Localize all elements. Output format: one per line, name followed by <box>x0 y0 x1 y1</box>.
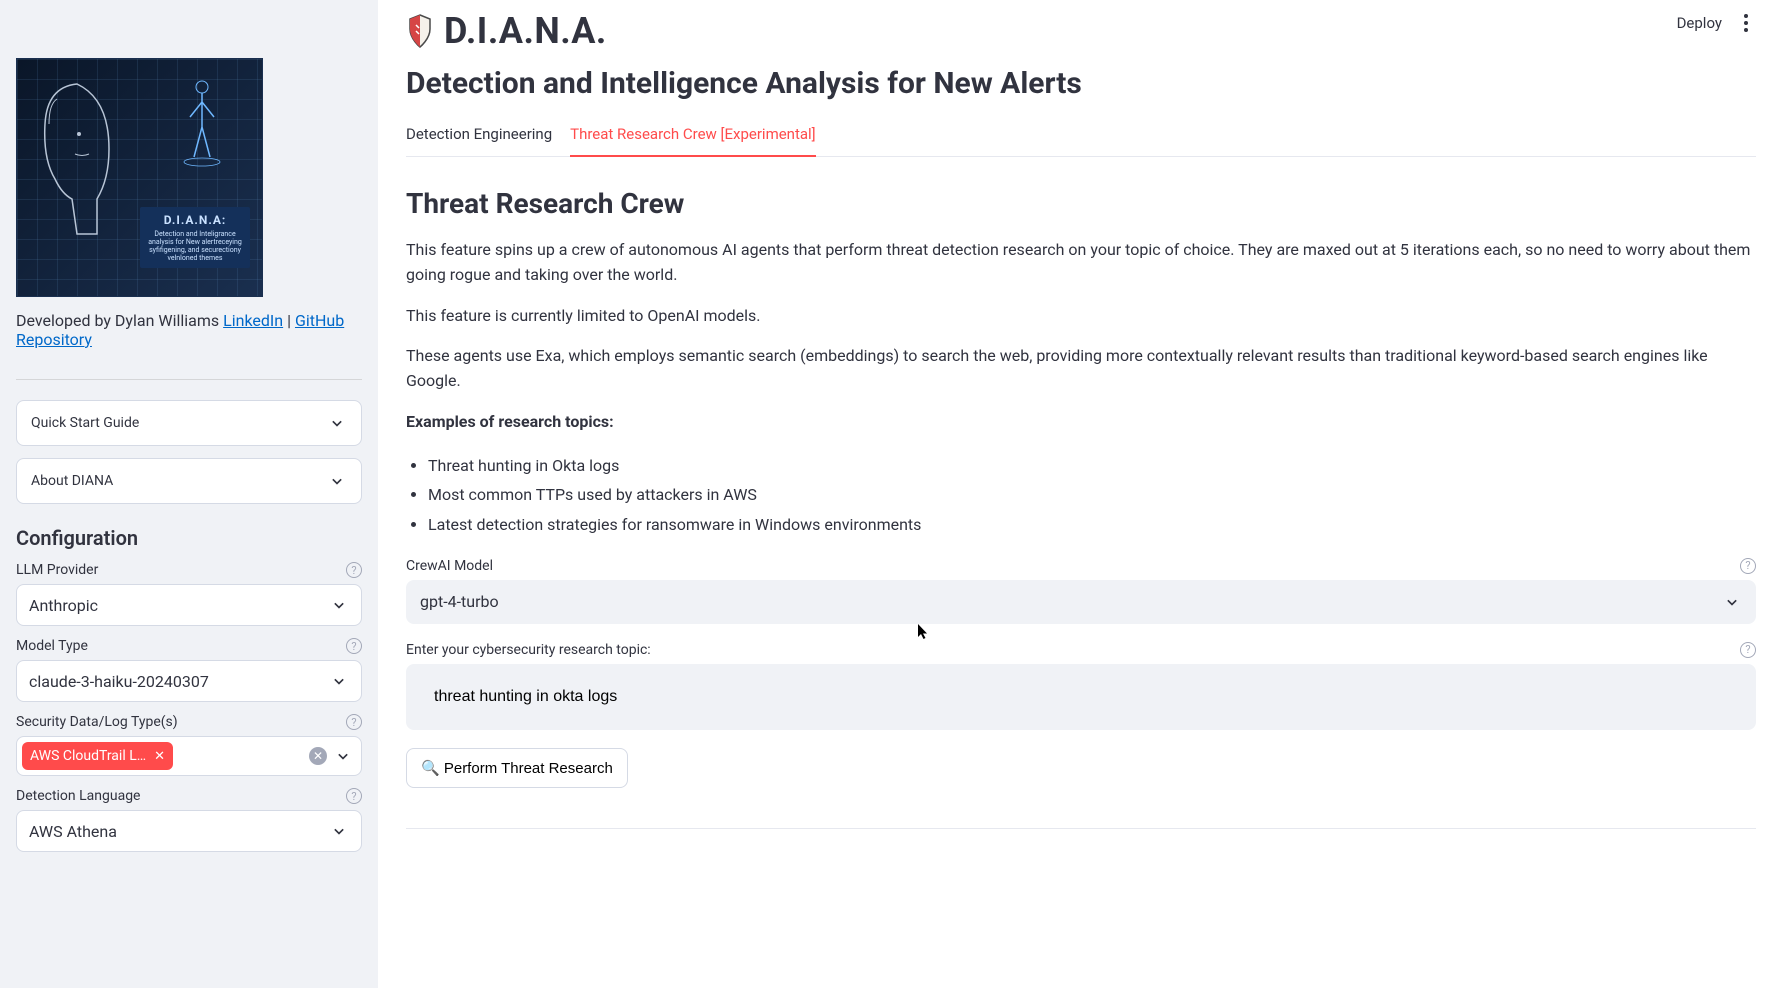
topic-input-wrap <box>406 664 1756 730</box>
hero-caption-sub: Detection and Inteligrance analysis for … <box>146 230 244 262</box>
model-type-label: Model Type <box>16 638 88 654</box>
topic-input[interactable] <box>420 676 1742 718</box>
chevron-down-icon <box>327 413 347 433</box>
crewai-model-label: CrewAI Model <box>406 558 493 574</box>
perform-research-button[interactable]: 🔍 Perform Threat Research <box>406 748 628 788</box>
deploy-button[interactable]: Deploy <box>1677 14 1722 32</box>
intro-p1: This feature spins up a crew of autonomo… <box>406 238 1756 288</box>
log-types-multiselect[interactable]: AWS CloudTrail L… ✕ ✕ <box>16 736 362 776</box>
hero-caption-card: D.I.A.N.A: Detection and Inteligrance an… <box>140 207 250 268</box>
examples-label: Examples of research topics: <box>406 410 1756 435</box>
cursor-icon <box>918 624 929 640</box>
section-title: Threat Research Crew <box>406 187 1756 220</box>
help-icon[interactable]: ? <box>346 562 362 578</box>
credits-sep: | <box>283 311 295 330</box>
log-types-label: Security Data/Log Type(s) <box>16 714 178 730</box>
credits-prefix: Developed by Dylan Williams <box>16 311 223 330</box>
list-item: Threat hunting in Okta logs <box>428 451 1756 481</box>
hero-caption-title: D.I.A.N.A: <box>146 213 244 227</box>
examples-list: Threat hunting in Okta logs Most common … <box>428 451 1756 540</box>
quick-start-expander[interactable]: Quick Start Guide <box>16 400 362 446</box>
about-label: About DIANA <box>31 473 113 489</box>
help-icon[interactable]: ? <box>346 714 362 730</box>
topic-label: Enter your cybersecurity research topic: <box>406 642 651 658</box>
tab-threat-research[interactable]: Threat Research Crew [Experimental] <box>570 119 816 157</box>
credits: Developed by Dylan Williams LinkedIn | G… <box>16 311 362 349</box>
page-title: Detection and Intelligence Analysis for … <box>406 66 1756 101</box>
detection-lang-select[interactable]: AWS Athena <box>16 810 362 852</box>
llm-provider-value: Anthropic <box>29 596 98 615</box>
help-icon[interactable]: ? <box>1740 558 1756 574</box>
chevron-down-icon <box>1722 592 1742 612</box>
help-icon[interactable]: ? <box>1740 642 1756 658</box>
hero-face-graphic <box>27 79 117 239</box>
model-type-select[interactable]: claude-3-haiku-20240307 <box>16 660 362 702</box>
sidebar: D.I.A.N.A: Detection and Inteligrance an… <box>0 0 378 988</box>
quick-start-label: Quick Start Guide <box>31 415 139 431</box>
perform-research-label: 🔍 Perform Threat Research <box>421 759 613 777</box>
chevron-down-icon <box>333 746 353 766</box>
clear-all-icon[interactable]: ✕ <box>309 747 327 765</box>
topbar: Deploy <box>1677 14 1756 32</box>
main: Deploy D.I.A.N.A. Detection and Intellig… <box>378 0 1784 988</box>
hero-figure-graphic <box>182 77 222 167</box>
chevron-down-icon <box>329 671 349 691</box>
log-type-tag-label: AWS CloudTrail L… <box>30 748 146 764</box>
main-menu-icon[interactable] <box>1736 14 1756 32</box>
model-type-value: claude-3-haiku-20240307 <box>29 672 209 691</box>
help-icon[interactable]: ? <box>346 788 362 804</box>
hero-image: D.I.A.N.A: Detection and Inteligrance an… <box>16 58 263 297</box>
list-item: Most common TTPs used by attackers in AW… <box>428 480 1756 510</box>
crewai-model-value: gpt-4-turbo <box>420 592 499 611</box>
llm-provider-label: LLM Provider <box>16 562 98 578</box>
linkedin-link[interactable]: LinkedIn <box>223 311 283 330</box>
tabs: Detection Engineering Threat Research Cr… <box>406 119 1756 157</box>
tab-detection-engineering[interactable]: Detection Engineering <box>406 119 552 156</box>
chevron-down-icon <box>329 595 349 615</box>
detection-lang-value: AWS Athena <box>29 822 117 841</box>
main-divider <box>406 828 1756 829</box>
llm-provider-select[interactable]: Anthropic <box>16 584 362 626</box>
about-expander[interactable]: About DIANA <box>16 458 362 504</box>
crewai-model-select[interactable]: gpt-4-turbo <box>406 580 1756 624</box>
brand-title: D.I.A.N.A. <box>444 10 607 52</box>
detection-lang-label: Detection Language <box>16 788 140 804</box>
shield-icon <box>406 13 434 49</box>
list-item: Latest detection strategies for ransomwa… <box>428 510 1756 540</box>
help-icon[interactable]: ? <box>346 638 362 654</box>
intro-p2: This feature is currently limited to Ope… <box>406 304 1756 329</box>
chevron-down-icon <box>327 471 347 491</box>
intro-p3: These agents use Exa, which employs sema… <box>406 344 1756 394</box>
sidebar-divider <box>16 379 362 380</box>
chevron-down-icon <box>329 821 349 841</box>
config-heading: Configuration <box>16 526 362 550</box>
tag-remove-icon[interactable]: ✕ <box>154 749 165 764</box>
log-type-tag: AWS CloudTrail L… ✕ <box>22 742 173 770</box>
brand: D.I.A.N.A. <box>406 10 1756 52</box>
